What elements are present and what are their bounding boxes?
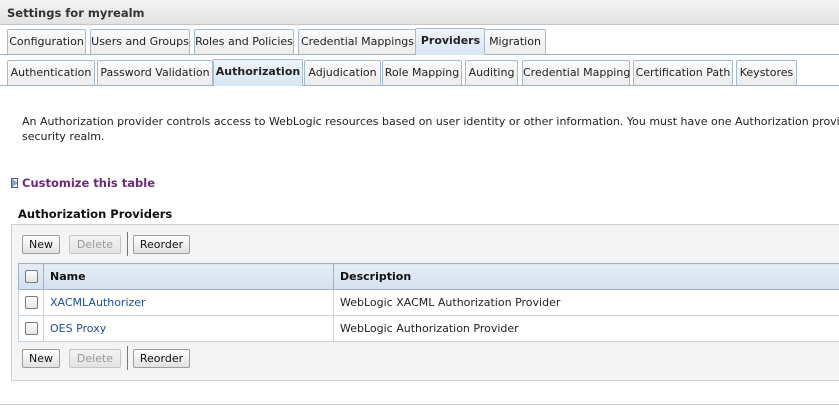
tab-credential-mappings[interactable]: Credential Mappings bbox=[298, 29, 417, 54]
button-separator-top bbox=[127, 232, 128, 256]
tab-keystores[interactable]: Keystores bbox=[736, 60, 797, 85]
provider-link-oes-proxy[interactable]: OES Proxy bbox=[50, 322, 106, 335]
tab-password-validation[interactable]: Password Validation bbox=[97, 60, 213, 85]
tab-configuration[interactable]: Configuration bbox=[7, 29, 86, 54]
tab-providers[interactable]: Providers bbox=[415, 28, 486, 55]
title-bar: Settings for myrealm bbox=[0, 0, 839, 25]
select-all-checkbox[interactable] bbox=[24, 270, 38, 284]
description-line-1: An Authorization provider controls acces… bbox=[22, 115, 839, 128]
name-column-header[interactable]: Name bbox=[43, 263, 334, 290]
new-button-top[interactable]: New bbox=[22, 235, 60, 254]
table-title: Authorization Providers bbox=[18, 207, 173, 221]
row-checkbox[interactable] bbox=[24, 296, 38, 310]
delete-button-top[interactable]: Delete bbox=[69, 235, 121, 254]
table-row: XACMLAuthorizer WebLogic XACML Authoriza… bbox=[18, 289, 839, 316]
tab-authentication[interactable]: Authentication bbox=[7, 60, 95, 85]
page-title: Settings for myrealm bbox=[7, 6, 145, 20]
tab-certification-path[interactable]: Certification Path bbox=[633, 60, 733, 85]
customize-table-toggle[interactable]: Customize this table bbox=[11, 176, 155, 190]
tab-credential-mapping[interactable]: Credential Mapping bbox=[522, 60, 630, 85]
row-checkbox-cell bbox=[18, 289, 44, 316]
name-cell: XACMLAuthorizer bbox=[43, 289, 334, 316]
description-cell: WebLogic Authorization Provider bbox=[333, 315, 839, 342]
description-text: An Authorization provider controls acces… bbox=[22, 114, 839, 144]
row-checkbox-cell bbox=[18, 315, 44, 342]
table-header-row: Name Description bbox=[18, 263, 839, 290]
row-checkbox[interactable] bbox=[24, 322, 38, 336]
tab-adjudication[interactable]: Adjudication bbox=[304, 60, 381, 85]
description-column-header[interactable]: Description bbox=[333, 263, 839, 290]
reorder-button-bottom[interactable]: Reorder bbox=[133, 349, 190, 368]
new-button-bottom[interactable]: New bbox=[22, 349, 60, 368]
select-all-cell bbox=[18, 263, 44, 290]
tab-migration[interactable]: Migration bbox=[484, 29, 546, 54]
delete-button-bottom[interactable]: Delete bbox=[69, 349, 121, 368]
reorder-button-top[interactable]: Reorder bbox=[133, 235, 190, 254]
tab-users-and-groups[interactable]: Users and Groups bbox=[90, 29, 190, 54]
settings-page: Settings for myrealm Configuration Users… bbox=[0, 0, 839, 405]
tab-auditing[interactable]: Auditing bbox=[465, 60, 518, 85]
secondary-tab-baseline bbox=[0, 85, 839, 86]
tab-role-mapping[interactable]: Role Mapping bbox=[382, 60, 462, 85]
description-line-2: security realm. bbox=[22, 130, 105, 143]
customize-table-label: Customize this table bbox=[22, 176, 155, 190]
table-row: OES Proxy WebLogic Authorization Provide… bbox=[18, 315, 839, 342]
button-separator-bottom bbox=[127, 346, 128, 370]
description-cell: WebLogic XACML Authorization Provider bbox=[333, 289, 839, 316]
name-cell: OES Proxy bbox=[43, 315, 334, 342]
expand-triangle-icon bbox=[11, 178, 18, 188]
tab-authorization[interactable]: Authorization bbox=[213, 59, 303, 86]
provider-link-xacmlauthorizer[interactable]: XACMLAuthorizer bbox=[50, 296, 146, 309]
providers-table: Name Description XACMLAuthorizer WebLogi… bbox=[18, 263, 839, 342]
tab-roles-and-policies[interactable]: Roles and Policies bbox=[194, 29, 294, 54]
